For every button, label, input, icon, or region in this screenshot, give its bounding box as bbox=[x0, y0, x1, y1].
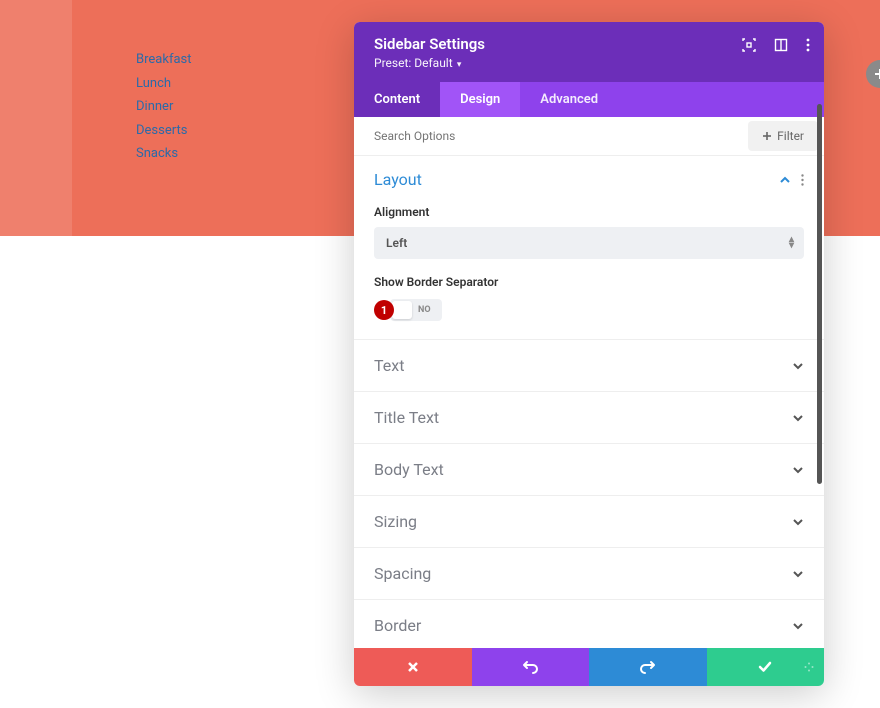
border-separator-label: Show Border Separator bbox=[374, 275, 804, 289]
section-layout: Layout Alignment Left ▴▾ Show Border Sep… bbox=[354, 156, 824, 340]
menu-item-breakfast[interactable]: Breakfast bbox=[136, 53, 192, 66]
chevron-down-icon bbox=[792, 516, 804, 528]
plus-icon bbox=[762, 131, 772, 141]
section-kebab-icon[interactable] bbox=[801, 174, 804, 186]
redo-button[interactable] bbox=[589, 648, 707, 686]
section-title-text[interactable]: Title Text bbox=[354, 392, 824, 444]
chevron-down-icon bbox=[792, 412, 804, 424]
menu-item-desserts[interactable]: Desserts bbox=[136, 124, 192, 137]
close-icon bbox=[407, 661, 419, 673]
chevron-down-icon bbox=[792, 568, 804, 580]
menu-item-lunch[interactable]: Lunch bbox=[136, 77, 192, 90]
chevron-down-icon bbox=[792, 464, 804, 476]
section-body-text[interactable]: Body Text bbox=[354, 444, 824, 496]
search-input[interactable] bbox=[354, 119, 742, 153]
chevron-down-icon bbox=[792, 620, 804, 632]
kebab-menu-icon[interactable] bbox=[806, 38, 810, 52]
section-title-layout[interactable]: Layout bbox=[374, 170, 422, 189]
panel-title: Sidebar Settings bbox=[374, 35, 804, 53]
tabs: Content Design Advanced bbox=[354, 82, 824, 117]
section-sizing[interactable]: Sizing bbox=[354, 496, 824, 548]
alignment-label: Alignment bbox=[374, 205, 804, 219]
filter-button[interactable]: Filter bbox=[748, 121, 818, 151]
check-icon bbox=[758, 661, 772, 673]
menu-item-snacks[interactable]: Snacks bbox=[136, 147, 192, 160]
snap-icon[interactable] bbox=[774, 38, 788, 52]
tab-advanced[interactable]: Advanced bbox=[520, 82, 618, 117]
section-border[interactable]: Border bbox=[354, 600, 824, 648]
tab-design[interactable]: Design bbox=[440, 82, 520, 117]
page-sidebar-menu: Breakfast Lunch Dinner Desserts Snacks bbox=[136, 53, 192, 171]
select-arrows-icon: ▴▾ bbox=[789, 237, 794, 249]
panel-body: Layout Alignment Left ▴▾ Show Border Sep… bbox=[354, 156, 824, 648]
section-text[interactable]: Text bbox=[354, 340, 824, 392]
annotation-marker-1: 1 bbox=[374, 300, 394, 320]
panel-header[interactable]: Sidebar Settings Preset: Default ▾ bbox=[354, 22, 824, 82]
collapse-icon[interactable] bbox=[779, 174, 791, 186]
undo-icon bbox=[522, 660, 538, 674]
footer-actions bbox=[354, 648, 824, 686]
tab-content[interactable]: Content bbox=[354, 82, 440, 117]
expand-icon[interactable] bbox=[742, 38, 756, 52]
border-separator-toggle[interactable]: NO bbox=[390, 299, 442, 321]
search-bar: Filter bbox=[354, 117, 824, 156]
scrollbar-thumb[interactable] bbox=[817, 104, 822, 484]
save-button[interactable] bbox=[707, 648, 825, 686]
plus-icon bbox=[874, 68, 880, 80]
alignment-select[interactable]: Left ▴▾ bbox=[374, 227, 804, 259]
settings-panel: Sidebar Settings Preset: Default ▾ bbox=[354, 22, 824, 686]
undo-button[interactable] bbox=[472, 648, 590, 686]
redo-icon bbox=[640, 660, 656, 674]
chevron-down-icon bbox=[792, 360, 804, 372]
preset-dropdown[interactable]: Preset: Default ▾ bbox=[374, 56, 804, 70]
toggle-knob bbox=[392, 301, 412, 319]
spinner-icon bbox=[804, 662, 814, 672]
toggle-label: NO bbox=[418, 305, 431, 315]
scrollbar[interactable] bbox=[817, 104, 822, 608]
menu-item-dinner[interactable]: Dinner bbox=[136, 100, 192, 113]
cancel-button[interactable] bbox=[354, 648, 472, 686]
section-spacing[interactable]: Spacing bbox=[354, 548, 824, 600]
